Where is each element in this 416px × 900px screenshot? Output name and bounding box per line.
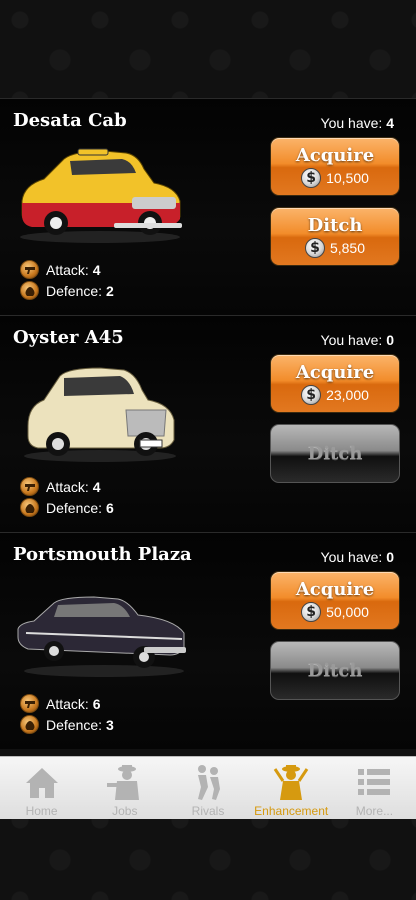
car-image-oyster [24, 367, 176, 462]
ditch-button-disabled[interactable]: Ditch [270, 424, 400, 483]
defence-bag-icon [20, 281, 39, 300]
tab-rivals[interactable]: Rivals [166, 757, 249, 819]
item-card-desata-cab: Desata Cab You have: 4 Attack: 4 Defence… [0, 98, 416, 315]
ditch-button-disabled[interactable]: Ditch [270, 641, 400, 700]
defence-bag-icon [20, 715, 39, 734]
home-icon [25, 768, 58, 798]
attack-gun-icon [20, 260, 39, 279]
defence-stat: Defence: 6 [20, 497, 114, 518]
tab-enhancement[interactable]: Enhancement [250, 757, 333, 819]
defence-stat: Defence: 3 [20, 714, 114, 735]
tab-bar: Home Jobs Rivals Enhancement More... [0, 756, 416, 819]
acquire-price: $ 10,500 [301, 168, 369, 188]
attack-stat: Attack: 4 [20, 476, 114, 497]
acquire-button[interactable]: Acquire $ 23,000 [270, 354, 400, 413]
attack-gun-icon [20, 477, 39, 496]
attack-stat: Attack: 4 [20, 259, 114, 280]
attack-stat: Attack: 6 [20, 693, 114, 714]
acquire-price: $ 50,000 [301, 602, 369, 622]
acquire-button[interactable]: Acquire $ 10,500 [270, 137, 400, 196]
attack-gun-icon [20, 694, 39, 713]
dollar-coin-icon: $ [301, 385, 322, 405]
owned-count: You have: 0 [320, 332, 394, 348]
tommy-gun-icon [273, 765, 309, 800]
item-title: Oyster A45 [13, 327, 124, 348]
tab-jobs[interactable]: Jobs [83, 757, 166, 819]
tab-more[interactable]: More... [333, 757, 416, 819]
bottom-background [0, 819, 416, 900]
top-background [0, 0, 416, 98]
ditch-price: $ 5,850 [304, 238, 365, 258]
dollar-coin-icon: $ [301, 168, 322, 188]
ditch-button[interactable]: Ditch $ 5,850 [270, 207, 400, 266]
item-title: Portsmouth Plaza [13, 544, 192, 565]
defence-stat: Defence: 2 [20, 280, 114, 301]
item-title: Desata Cab [13, 110, 127, 131]
dollar-coin-icon: $ [304, 238, 325, 258]
car-image-plaza [17, 596, 186, 677]
car-image-taxi [20, 148, 182, 243]
owned-count: You have: 4 [320, 115, 394, 131]
item-list: Desata Cab You have: 4 Attack: 4 Defence… [0, 98, 416, 749]
acquire-button[interactable]: Acquire $ 50,000 [270, 571, 400, 630]
tab-home[interactable]: Home [0, 757, 83, 819]
acquire-price: $ 23,000 [301, 385, 369, 405]
owned-count: You have: 0 [320, 549, 394, 565]
fight-icon [198, 765, 220, 800]
defence-bag-icon [20, 498, 39, 517]
dollar-coin-icon: $ [301, 602, 322, 622]
list-icon [358, 769, 391, 795]
gangster-icon [106, 765, 139, 800]
item-card-portsmouth-plaza: Portsmouth Plaza You have: 0 Attack: 6 D… [0, 532, 416, 749]
item-card-oyster-a45: Oyster A45 You have: 0 Attack: 4 Defence… [0, 315, 416, 532]
